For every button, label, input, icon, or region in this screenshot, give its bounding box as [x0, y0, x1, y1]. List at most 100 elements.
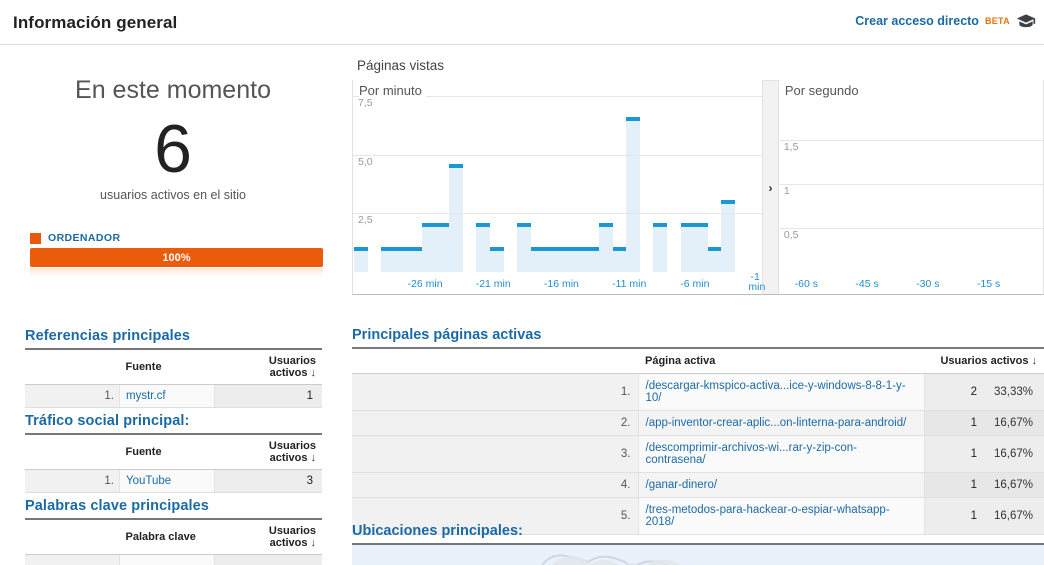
chart-bar[interactable]	[530, 96, 545, 272]
x-axis-tick: -26 min	[407, 278, 443, 290]
chart-bar-fill	[530, 248, 545, 272]
chart-bar[interactable]	[408, 96, 423, 272]
y-axis-tick: 5,0	[358, 155, 373, 168]
chart-bar[interactable]	[476, 96, 491, 272]
column-active-users[interactable]: Usuarios activos ↓	[214, 434, 322, 470]
active-page-link[interactable]: /app-inventor-crear-aplic...on-linterna-…	[646, 417, 907, 429]
table-row: 2. /app-inventor-crear-aplic...on-lintern…	[352, 410, 1044, 436]
row-index: 3.	[352, 435, 639, 473]
chart-bar[interactable]	[694, 96, 708, 272]
chart-bar-fill	[544, 248, 559, 272]
chart-bar[interactable]	[667, 96, 681, 272]
chart-bar-fill	[422, 225, 436, 272]
column-keyword[interactable]: Palabra clave	[119, 519, 214, 555]
top-locations-panel: Ubicaciones principales:	[352, 523, 1044, 565]
chart-bar[interactable]	[612, 96, 627, 272]
per-minute-x-axis: -26 min -21 min -16 min -11 min -6 min -1 min	[353, 271, 766, 294]
row-active-users: 2	[923, 373, 984, 411]
chart-bar[interactable]	[585, 96, 599, 272]
row-page-path: /app-inventor-crear-aplic...on-linterna-…	[638, 410, 924, 436]
chart-bar[interactable]	[463, 96, 477, 272]
top-locations-title[interactable]: Ubicaciones principales:	[352, 523, 1044, 543]
chart-bar[interactable]	[449, 96, 463, 272]
table-row: 4. /ganar-dinero/1 16,67%	[352, 472, 1044, 498]
active-page-link[interactable]: /ganar-dinero/	[646, 479, 718, 491]
column-source[interactable]: Fuente	[119, 349, 214, 385]
chart-bar[interactable]	[598, 96, 613, 272]
row-index: 1.	[352, 373, 639, 411]
locations-map[interactable]	[352, 543, 1044, 565]
chart-bar[interactable]	[680, 96, 695, 272]
create-shortcut-link[interactable]: Crear acceso directo	[855, 14, 979, 28]
chart-bar[interactable]	[490, 96, 504, 272]
chart-bar[interactable]	[558, 96, 572, 272]
referral-source-link[interactable]: mystr.cf	[126, 390, 166, 402]
chart-bar-fill	[694, 225, 708, 272]
chart-bar[interactable]	[653, 96, 668, 272]
chart-bar[interactable]	[504, 96, 518, 272]
column-active-users[interactable]: Usuarios activos ↓	[924, 348, 1044, 374]
x-axis-tick: -30 s	[916, 278, 940, 290]
chart-bar[interactable]	[354, 96, 368, 272]
top-social-traffic-title[interactable]: Tráfico social principal:	[25, 413, 322, 433]
column-active-page[interactable]: Página activa	[638, 348, 924, 374]
device-share-bar[interactable]: 100%	[30, 248, 323, 267]
chart-bar[interactable]	[640, 96, 654, 272]
y-axis-tick: 1	[783, 185, 790, 197]
pageviews-per-minute-chart[interactable]: Por minuto 2,5 5,0 7,5 -26 min -21 min -16 m…	[352, 80, 766, 295]
pageviews-per-second-chart[interactable]: Por segundo 0,5 1 1,5 -60 s -45 s -30 s -15 s	[777, 80, 1044, 295]
per-second-label: Por segundo	[784, 83, 863, 98]
realtime-active-users-panel: En este momento 6 usuarios activos en el…	[0, 46, 346, 316]
device-share-value: 100%	[162, 251, 191, 264]
per-second-plot-area: 0,5 1 1,5	[778, 96, 1043, 272]
chart-bar-cap	[694, 223, 708, 228]
table-row: 1. /descargar-kmspico-activa...ice-y-wind…	[352, 373, 1044, 411]
chart-bar[interactable]	[571, 96, 586, 272]
chart-bar-cap	[612, 246, 627, 251]
top-keywords-title[interactable]: Palabras clave principales	[25, 498, 322, 518]
active-page-link[interactable]: /descargar-kmspico-activa...ice-y-window…	[646, 380, 906, 404]
column-source[interactable]: Fuente	[119, 434, 214, 470]
chart-bar[interactable]	[544, 96, 559, 272]
social-source-link[interactable]: YouTube	[126, 475, 171, 487]
column-active-users[interactable]: Usuarios activos ↓	[214, 519, 322, 555]
chart-bar[interactable]	[707, 96, 722, 272]
chart-bar-cap	[408, 246, 423, 251]
device-legend-label[interactable]: ORDENADOR	[48, 232, 120, 244]
chart-bar-fill	[612, 248, 627, 272]
chart-bar-cap	[653, 223, 668, 228]
chart-collapse-toggle[interactable]: ›	[763, 80, 778, 295]
x-axis-tick: -15 s	[976, 278, 1001, 290]
row-percentage: 33,33%	[984, 373, 1044, 411]
row-page-path: /descargar-kmspico-activa...ice-y-window…	[638, 373, 924, 411]
chart-bar[interactable]	[381, 96, 395, 272]
chart-bar[interactable]	[422, 96, 436, 272]
chart-bar[interactable]	[735, 96, 749, 272]
chart-bar-cap	[354, 246, 368, 251]
chart-bar[interactable]	[517, 96, 531, 272]
table-row: 1. mystr.cf 1	[25, 384, 322, 408]
chart-bar-fill	[517, 225, 531, 272]
world-map-graphic	[541, 554, 681, 565]
row-percentage: 16,67%	[984, 435, 1044, 473]
row-percentage: 16,67%	[984, 472, 1044, 498]
chart-bar[interactable]	[368, 96, 382, 272]
y-axis-tick: 2,5	[358, 214, 373, 227]
chart-bar-fill	[435, 225, 450, 272]
chart-bar[interactable]	[394, 96, 409, 272]
column-active-users[interactable]: Usuarios activos ↓	[214, 349, 322, 385]
graduation-cap-icon[interactable]	[1016, 13, 1036, 29]
x-axis-tick: -1 min	[748, 271, 766, 293]
chart-bar[interactable]	[626, 96, 640, 272]
chart-bar[interactable]	[749, 96, 763, 272]
y-axis-tick: 1,5	[783, 141, 799, 153]
top-active-pages-title[interactable]: Principales páginas activas	[352, 327, 1044, 347]
device-legend: ORDENADOR	[30, 232, 120, 244]
chart-bar[interactable]	[721, 96, 736, 272]
active-page-link[interactable]: /descomprimir-archivos-wi...rar-y-zip-co…	[646, 442, 858, 466]
top-referrals-title[interactable]: Referencias principales	[25, 328, 322, 348]
chart-gridline	[778, 140, 1043, 141]
chart-bar[interactable]	[435, 96, 450, 272]
chart-bar-cap	[530, 246, 545, 251]
table-header-row: Página activa Usuarios activos ↓	[352, 348, 1044, 374]
